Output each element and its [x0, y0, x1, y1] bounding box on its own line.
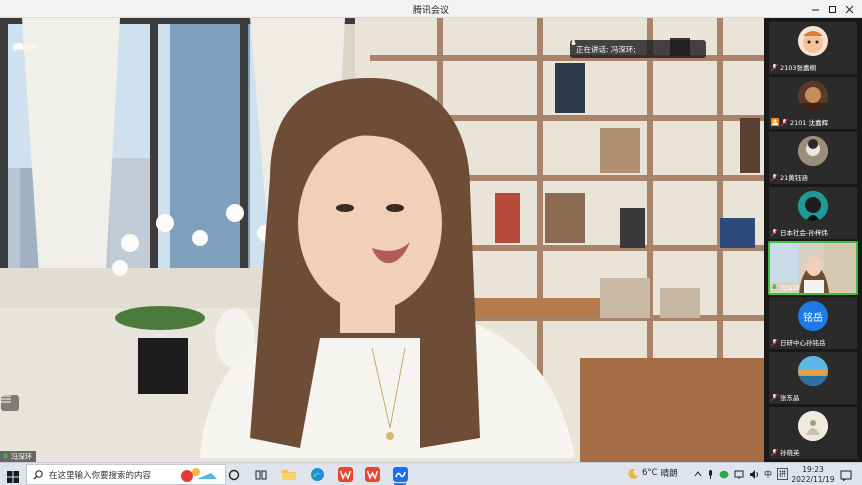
participant-tile[interactable]: 铭岳 日研中心孙铭岳 — [769, 297, 857, 349]
network-icon[interactable] — [734, 470, 744, 479]
participant-avatar — [798, 81, 828, 111]
edge-browser-icon[interactable] — [308, 466, 326, 483]
wps-office-icon[interactable] — [363, 466, 381, 483]
host-icon — [771, 118, 779, 126]
wps-writer-icon[interactable] — [336, 466, 354, 483]
start-button[interactable] — [7, 468, 19, 485]
participant-avatar — [798, 356, 828, 386]
microphone-tray-icon[interactable] — [707, 469, 714, 479]
taskbar-clock[interactable]: 19:23 2022/11/19 — [790, 465, 836, 485]
microphone-muted-icon — [771, 393, 778, 401]
close-icon — [845, 5, 854, 13]
weather-temp: 6°C — [642, 468, 658, 478]
recording-indicator: 录制中 — [12, 42, 36, 53]
participant-name: 张东晶 — [780, 394, 800, 402]
participant-tile[interactable]: 孙晓英 — [769, 407, 857, 459]
microphone-muted-icon — [771, 173, 778, 181]
participant-avatar — [798, 191, 828, 221]
participant-tile-active[interactable]: 冯深环 — [768, 241, 858, 295]
weather-widget[interactable]: 6°C 晴朗 — [628, 467, 678, 479]
participant-name: 孙晓英 — [780, 449, 800, 457]
microphone-muted-icon — [771, 63, 778, 71]
system-tray: 中 拼 — [694, 468, 788, 480]
participant-tile[interactable]: 日本社会-孙梓炜 — [769, 187, 857, 239]
speaking-label: 正在讲话: 冯深环; — [576, 44, 636, 54]
moon-icon — [628, 468, 638, 479]
microphone-icon — [571, 40, 576, 46]
microphone-active-icon — [772, 283, 777, 289]
weather-desc: 晴朗 — [660, 469, 678, 479]
search-highlight-icon[interactable] — [178, 466, 220, 483]
volume-icon[interactable] — [749, 469, 759, 479]
task-view-icon[interactable] — [252, 466, 270, 483]
close-button[interactable] — [841, 1, 858, 17]
clock-time: 19:23 — [802, 465, 824, 474]
maximize-button[interactable] — [824, 1, 841, 17]
ime-language-indicator[interactable]: 中 — [764, 469, 772, 480]
participant-avatar — [798, 411, 828, 441]
layout-list-button[interactable] — [1, 395, 19, 411]
participant-name: 21黄钰涵 — [780, 174, 808, 182]
maximize-icon — [829, 5, 836, 13]
microphone-muted-icon — [771, 338, 778, 346]
participant-avatar — [798, 136, 828, 166]
main-video[interactable]: 录制中 正在讲话: 冯深环; — [0, 18, 764, 462]
cloud-icon — [12, 42, 24, 49]
search-placeholder: 在这里输入你要搜索的内容 — [49, 470, 152, 481]
participant-avatar-text: 铭岳 — [798, 301, 828, 331]
participant-name: 2103张嘉桐 — [780, 64, 817, 72]
windows-taskbar: 在这里输入你要搜索的内容 6°C 晴朗 中 拼 19:23 2022/11/19 — [0, 462, 862, 485]
participants-panel: 2103张嘉桐 2101 沈嘉辉 21黄钰涵 日本社会-孙梓炜 冯深环 铭岳 日… — [764, 18, 862, 462]
microphone-muted-icon — [771, 228, 778, 236]
minimize-icon — [812, 9, 819, 10]
participant-avatar — [798, 26, 828, 56]
search-icon — [33, 469, 43, 480]
clock-date: 2022/11/19 — [791, 475, 835, 484]
participant-tile[interactable]: 2101 沈嘉辉 — [769, 77, 857, 129]
participant-name: 2101 沈嘉辉 — [790, 119, 829, 127]
speaker-name: 冯深环 — [11, 452, 32, 461]
cortana-icon[interactable] — [225, 466, 243, 483]
speaker-video-frame — [0, 18, 764, 462]
title-bar: 腾讯会议 — [0, 0, 862, 18]
microphone-muted-icon — [771, 448, 778, 456]
speaker-name-label: 冯深环 — [0, 451, 36, 462]
minimize-button[interactable] — [807, 1, 824, 17]
speaking-indicator: 正在讲话: 冯深环; — [570, 40, 706, 58]
participant-tile[interactable]: 2103张嘉桐 — [769, 22, 857, 74]
participant-name: 日本社会-孙梓炜 — [780, 229, 828, 237]
participant-tile[interactable]: 张东晶 — [769, 352, 857, 404]
microphone-muted-icon — [781, 118, 788, 126]
windows-logo-icon — [7, 471, 19, 483]
participant-name: 日研中心孙铭岳 — [780, 339, 826, 347]
tencent-meeting-taskbar-icon[interactable] — [391, 466, 409, 485]
notification-icon — [840, 470, 852, 482]
file-explorer-icon[interactable] — [280, 466, 298, 483]
list-icon — [1, 395, 11, 403]
chevron-up-icon[interactable] — [694, 470, 702, 478]
window-title: 腾讯会议 — [412, 6, 449, 16]
wechat-tray-icon[interactable] — [719, 470, 729, 479]
meeting-app: 腾讯会议 录制中 正在讲话: 冯深环; 冯深环 2103张嘉桐 2101 沈嘉辉… — [0, 0, 862, 485]
microphone-active-icon — [3, 453, 8, 459]
ime-mode-indicator[interactable]: 拼 — [777, 468, 788, 480]
participant-tile[interactable]: 21黄钰涵 — [769, 132, 857, 184]
participant-name: 冯深环 — [780, 284, 800, 292]
notification-button[interactable] — [840, 467, 852, 485]
